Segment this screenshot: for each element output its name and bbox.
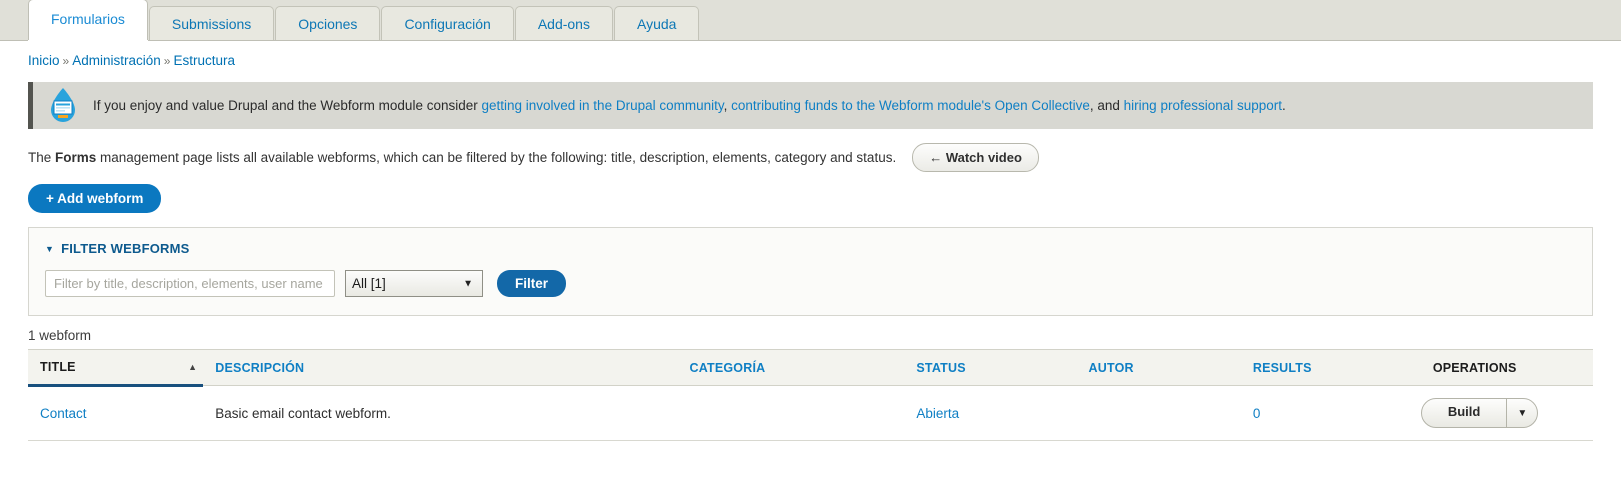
column-header-title[interactable]: TITLE ▲ [28, 349, 204, 387]
build-button[interactable]: Build [1422, 399, 1507, 427]
drupal-promo-banner: If you enjoy and value Drupal and the We… [28, 82, 1593, 129]
table-header-row: TITLE ▲ DESCRIPCIÓN CATEGORÍA STATUS AUT… [28, 349, 1593, 387]
filter-controls-row: All [1] ▼ Filter [45, 270, 1576, 297]
tab-label: Opciones [298, 16, 358, 32]
promo-text-before: If you enjoy and value Drupal and the We… [93, 98, 482, 113]
tab-label: Add-ons [537, 16, 590, 32]
cell-results: 0 [1240, 385, 1421, 441]
webform-results-link[interactable]: 0 [1253, 406, 1261, 421]
cell-description: Basic email contact webform. [203, 385, 678, 441]
tab-opciones[interactable]: Opciones [275, 6, 381, 40]
column-header-operations: OPERATIONS [1420, 349, 1593, 386]
cell-author [1076, 385, 1241, 441]
webform-count: 1 webform [28, 328, 92, 343]
description-bold: Forms [55, 150, 97, 165]
column-header-autor[interactable]: AUTOR [1076, 349, 1241, 386]
webform-status-link[interactable]: Abierta [916, 406, 959, 421]
page-actions: + Add webform [28, 184, 1593, 213]
primary-tabs-list: Formularios Submissions Opciones Configu… [28, 0, 1621, 40]
table-head: TITLE ▲ DESCRIPCIÓN CATEGORÍA STATUS AUT… [28, 349, 1593, 387]
cell-status: Abierta [904, 385, 1077, 441]
promo-link-professional-support[interactable]: hiring professional support [1124, 98, 1282, 113]
table-row: Contact Basic email contact webform. Abi… [28, 385, 1593, 441]
tab-configuracion[interactable]: Configuración [381, 6, 514, 40]
webforms-table: TITLE ▲ DESCRIPCIÓN CATEGORÍA STATUS AUT… [28, 349, 1593, 441]
column-header-categoria[interactable]: CATEGORÍA [677, 349, 905, 386]
description-suffix: management page lists all available webf… [96, 150, 897, 165]
operations-dropbutton: Build ▼ [1420, 398, 1539, 428]
webforms-table-wrapper: TITLE ▲ DESCRIPCIÓN CATEGORÍA STATUS AUT… [28, 349, 1593, 441]
table-body: Contact Basic email contact webform. Abi… [28, 385, 1593, 441]
promo-link-open-collective[interactable]: contributing funds to the Webform module… [731, 98, 1090, 113]
filter-panel-legend[interactable]: ▼ FILTER WEBFORMS [45, 241, 1576, 256]
column-header-descripcion[interactable]: DESCRIPCIÓN [203, 349, 678, 386]
description-text: The Forms management page lists all avai… [28, 150, 896, 165]
promo-message: If you enjoy and value Drupal and the We… [93, 98, 1286, 113]
breadcrumb-item-inicio[interactable]: Inicio [28, 53, 60, 68]
filter-submit-button[interactable]: Filter [497, 270, 567, 297]
tab-submissions[interactable]: Submissions [148, 6, 275, 40]
add-webform-button[interactable]: + Add webform [28, 184, 162, 213]
dropbutton-toggle-icon[interactable]: ▼ [1506, 399, 1537, 427]
promo-text-mid: , and [1089, 98, 1124, 113]
tab-label: Formularios [51, 11, 125, 27]
watch-video-button[interactable]: ← Watch video [912, 143, 1039, 172]
cell-category [677, 385, 905, 441]
filter-search-input[interactable] [45, 270, 335, 297]
cell-title: Contact [28, 385, 204, 441]
column-label: TITLE [40, 360, 76, 374]
filter-status-select[interactable]: All [1] [345, 270, 483, 297]
drupal-droplet-icon [43, 86, 83, 126]
column-header-results[interactable]: RESULTS [1240, 349, 1421, 386]
sort-ascending-icon: ▲ [188, 362, 198, 372]
chevron-down-icon: ▼ [45, 243, 55, 254]
breadcrumb-separator: » [62, 54, 70, 68]
promo-text-end: . [1282, 98, 1286, 113]
breadcrumb-item-estructura[interactable]: Estructura [173, 53, 235, 68]
filter-status-select-wrapper: All [1] ▼ [335, 270, 483, 297]
promo-comma: , [723, 98, 732, 113]
tab-label: Ayuda [636, 16, 677, 32]
tab-ayuda[interactable]: Ayuda [613, 6, 700, 40]
page-description: The Forms management page lists all avai… [28, 143, 1593, 172]
primary-tabs-bar: Formularios Submissions Opciones Configu… [0, 0, 1621, 41]
tab-formularios[interactable]: Formularios [28, 0, 148, 40]
description-prefix: The [28, 150, 56, 165]
promo-link-community[interactable]: getting involved in the Drupal community [481, 98, 723, 113]
breadcrumb-item-administracion[interactable]: Administración [72, 53, 161, 68]
filter-webforms-panel: ▼ FILTER WEBFORMS All [1] ▼ Filter [28, 227, 1593, 316]
filter-legend-label: FILTER WEBFORMS [61, 241, 190, 256]
tab-add-ons[interactable]: Add-ons [514, 6, 613, 40]
tab-label: Configuración [404, 16, 491, 32]
tab-label: Submissions [171, 16, 252, 32]
breadcrumb: Inicio» Administración» Estructura [0, 41, 1621, 76]
cell-operations: Build ▼ [1420, 385, 1593, 441]
column-header-status[interactable]: STATUS [904, 349, 1077, 386]
webform-title-link[interactable]: Contact [40, 406, 87, 421]
breadcrumb-separator: » [163, 54, 171, 68]
